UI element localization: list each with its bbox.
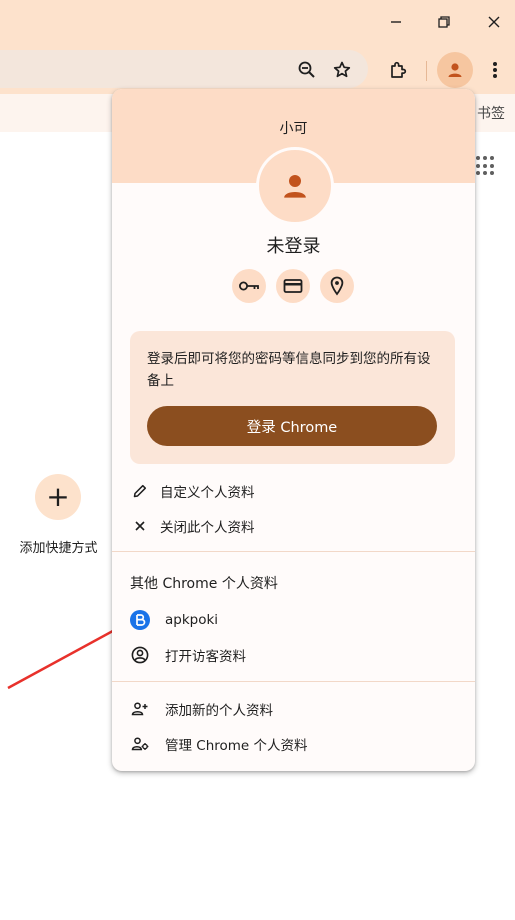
minimize-icon: [391, 21, 401, 23]
manage-accounts-icon: [130, 734, 150, 754]
add-profile-item[interactable]: 添加新的个人资料: [112, 692, 475, 726]
other-profiles-title: 其他 Chrome 个人资料: [130, 576, 278, 592]
signin-state: 未登录: [266, 236, 321, 257]
restore-button[interactable]: [430, 8, 458, 36]
menu-divider: [112, 551, 475, 552]
payment-card-icon: [283, 279, 303, 293]
all-bookmarks-label[interactable]: 书签: [477, 103, 505, 123]
passwords-button[interactable]: [232, 269, 266, 303]
passwords-key-icon: [239, 281, 259, 291]
plus-icon: +: [46, 480, 70, 513]
addresses-location-icon: [330, 276, 344, 296]
guest-profile-label: 打开访客资料: [165, 649, 246, 665]
customize-profile-label: 自定义个人资料: [160, 485, 255, 501]
bookmark-star-button[interactable]: [327, 55, 357, 85]
add-shortcut-button[interactable]: +: [35, 474, 81, 520]
close-profile-label: 关闭此个人资料: [160, 520, 255, 536]
chrome-menu-button[interactable]: [480, 55, 510, 85]
profile-avatar-button[interactable]: [437, 52, 473, 88]
restore-icon: [438, 16, 450, 28]
profile-avatar: [256, 147, 334, 225]
addresses-button[interactable]: [320, 269, 354, 303]
profile-item-apkpoki[interactable]: apkpoki: [112, 603, 475, 637]
guest-profile-item[interactable]: 打开访客资料: [112, 638, 475, 672]
avatar-icon: [284, 175, 306, 198]
signin-promo-text: 登录后即可将您的密码等信息同步到您的所有设备上: [147, 351, 431, 389]
zoom-out-icon: [298, 61, 315, 78]
toolbar-separator: [426, 61, 427, 81]
avatar-icon: [448, 63, 462, 77]
edit-pencil-icon: [130, 481, 150, 501]
customize-profile-item[interactable]: 自定义个人资料: [112, 474, 475, 508]
menu-divider: [112, 681, 475, 682]
profile-menu: 小可 未登录 登录后即可将您的密码等信息同步到您的所有设备上 登录 Chrome…: [112, 89, 475, 771]
close-profile-item[interactable]: 关闭此个人资料: [112, 509, 475, 543]
manage-profiles-label: 管理 Chrome 个人资料: [165, 738, 308, 754]
close-icon: [130, 516, 150, 536]
signin-chrome-button[interactable]: 登录 Chrome: [147, 406, 437, 446]
extensions-icon: [391, 61, 407, 78]
guest-account-icon: [130, 645, 150, 665]
manage-profiles-item[interactable]: 管理 Chrome 个人资料: [112, 727, 475, 761]
add-profile-label: 添加新的个人资料: [165, 703, 273, 719]
signin-promo: 登录后即可将您的密码等信息同步到您的所有设备上 登录 Chrome: [130, 331, 455, 464]
apkpoki-profile-avatar-icon: [130, 610, 150, 630]
add-shortcut-label[interactable]: 添加快捷方式: [0, 537, 117, 556]
close-icon: [488, 16, 500, 28]
profile-name-apkpoki: apkpoki: [165, 612, 219, 628]
close-window-button[interactable]: [480, 8, 508, 36]
add-person-icon: [130, 699, 150, 719]
extensions-button[interactable]: [383, 55, 413, 85]
payment-methods-button[interactable]: [276, 269, 310, 303]
title-bar: [0, 0, 515, 44]
more-vert-icon: [493, 62, 497, 78]
star-icon: [333, 61, 351, 78]
apps-grid-icon[interactable]: [476, 156, 496, 176]
profile-name: 小可: [279, 121, 308, 137]
minimize-button[interactable]: [382, 8, 410, 36]
zoom-button[interactable]: [292, 55, 322, 85]
